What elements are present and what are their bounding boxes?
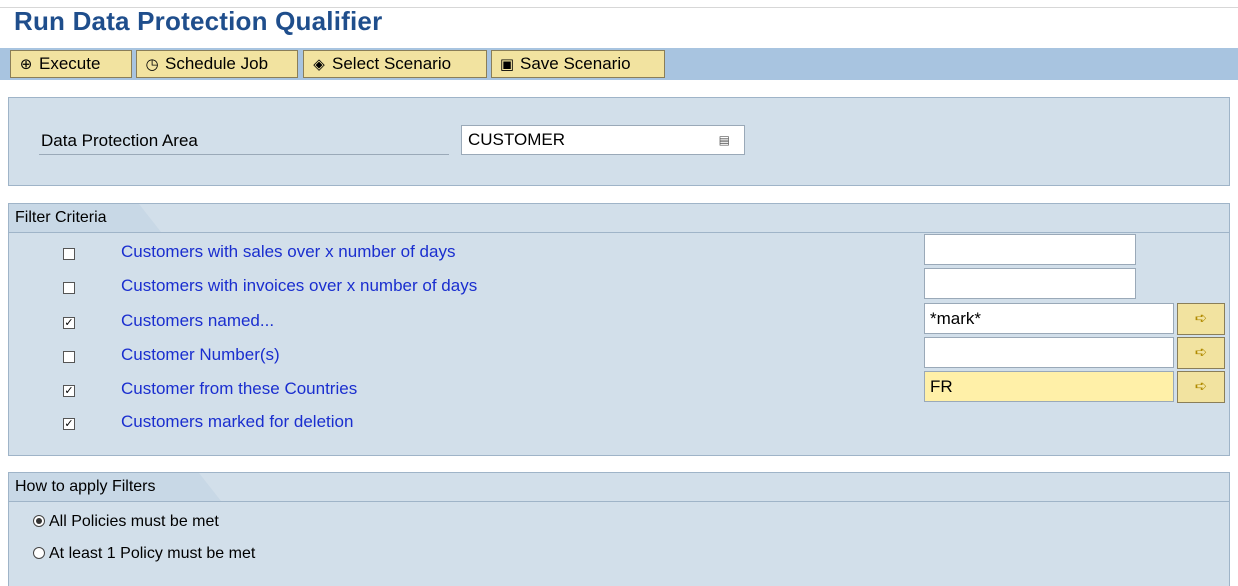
- multiple-selection-button[interactable]: ➪: [1177, 303, 1225, 335]
- filter-input[interactable]: *mark*: [924, 303, 1174, 334]
- label-underline: [39, 154, 449, 155]
- page-title: Run Data Protection Qualifier: [14, 6, 383, 36]
- apply-filters-title: How to apply Filters: [9, 473, 221, 501]
- radio-label: At least 1 Policy must be met: [49, 545, 256, 562]
- group-divider: [9, 232, 1229, 233]
- schedule-job-label: Schedule Job: [165, 54, 269, 73]
- value-help-icon[interactable]: ▤: [719, 126, 730, 154]
- data-protection-area-label: Data Protection Area: [41, 131, 198, 150]
- filter-criteria-panel: Filter Criteria Customers with sales ove…: [8, 203, 1230, 456]
- radio-all-policies[interactable]: All Policies must be met: [33, 513, 219, 531]
- application-toolbar: ⊕ Execute ◷ Schedule Job ◈ Select Scenario …: [0, 48, 1238, 80]
- select-scenario-icon: ◈: [313, 56, 325, 73]
- apply-filters-panel: How to apply Filters All Policies must b…: [8, 472, 1230, 586]
- filter-label[interactable]: Customers named...: [121, 311, 274, 331]
- radio-label: All Policies must be met: [49, 513, 219, 530]
- select-scenario-label: Select Scenario: [332, 54, 452, 73]
- filter-checkbox[interactable]: [63, 248, 75, 260]
- filter-label[interactable]: Customer Number(s): [121, 345, 280, 365]
- filter-criteria-title: Filter Criteria: [9, 204, 161, 232]
- schedule-job-button[interactable]: ◷ Schedule Job: [136, 50, 298, 78]
- data-protection-area-field[interactable]: CUSTOMER ▤: [461, 125, 745, 155]
- select-scenario-button[interactable]: ◈ Select Scenario: [303, 50, 487, 78]
- filter-label[interactable]: Customers with sales over x number of da…: [121, 242, 455, 262]
- radio-button[interactable]: [33, 515, 45, 527]
- filter-input[interactable]: FR: [924, 371, 1174, 402]
- group-divider: [9, 501, 1229, 502]
- execute-label: Execute: [39, 54, 101, 73]
- filter-input[interactable]: [924, 337, 1174, 368]
- filter-input[interactable]: [924, 234, 1136, 265]
- radio-at-least-one[interactable]: At least 1 Policy must be met: [33, 545, 255, 563]
- filter-checkbox[interactable]: ✓: [63, 418, 75, 430]
- filter-checkbox[interactable]: [63, 282, 75, 294]
- save-scenario-label: Save Scenario: [520, 54, 631, 73]
- radio-button[interactable]: [33, 547, 45, 559]
- filter-label[interactable]: Customers marked for deletion: [121, 412, 353, 432]
- multiple-selection-button[interactable]: ➪: [1177, 337, 1225, 369]
- multiple-selection-button[interactable]: ➪: [1177, 371, 1225, 403]
- clock-icon: ◷: [145, 56, 159, 73]
- save-scenario-icon: ▣: [499, 56, 515, 73]
- execute-button[interactable]: ⊕ Execute: [10, 50, 132, 78]
- area-panel: Data Protection Area CUSTOMER ▤: [8, 97, 1230, 186]
- filter-label[interactable]: Customers with invoices over x number of…: [121, 276, 477, 296]
- filter-input[interactable]: [924, 268, 1136, 299]
- save-scenario-button[interactable]: ▣ Save Scenario: [491, 50, 665, 78]
- filter-label[interactable]: Customer from these Countries: [121, 379, 357, 399]
- filter-checkbox[interactable]: ✓: [63, 317, 75, 329]
- data-protection-area-value: CUSTOMER: [468, 130, 565, 149]
- filter-checkbox[interactable]: [63, 351, 75, 363]
- execute-icon: ⊕: [19, 56, 33, 73]
- filter-checkbox[interactable]: ✓: [63, 385, 75, 397]
